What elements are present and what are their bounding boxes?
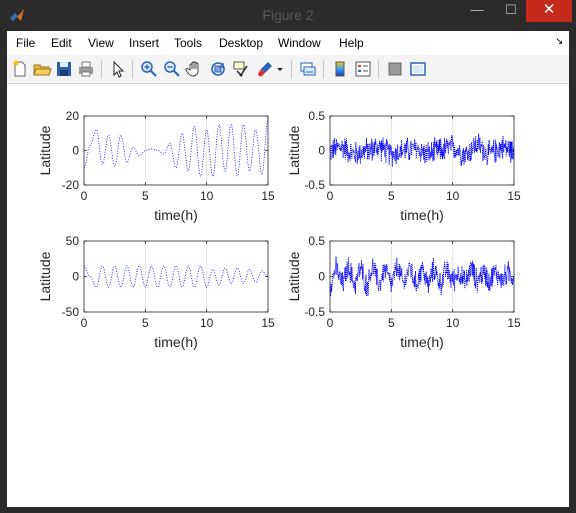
x-tick-label: 0 bbox=[327, 189, 334, 203]
x-tick-label: 0 bbox=[81, 189, 88, 203]
y-tick-label: -0.5 bbox=[304, 305, 325, 319]
toolbar-separator bbox=[101, 60, 102, 78]
x-tick-label: 5 bbox=[142, 189, 149, 203]
dock-figure-icon[interactable]: ↘ bbox=[555, 36, 563, 47]
menu-edit[interactable]: Edit bbox=[51, 36, 72, 50]
subplot-bottom-right: 0 5 10 15-0.500.5time(h)Latitude bbox=[286, 234, 521, 350]
x-tick-label: 10 bbox=[200, 189, 214, 203]
x-tick-label: 10 bbox=[446, 189, 460, 203]
x-tick-label: 0 bbox=[327, 316, 334, 330]
y-tick-label: 0 bbox=[72, 270, 79, 284]
x-tick-label: 0 bbox=[81, 316, 88, 330]
subplots-canvas: 0 5 10 15-20020time(h)Latitude0 5 10 15-0.500.… bbox=[37, 109, 521, 350]
y-tick-label: 0 bbox=[72, 144, 79, 158]
axes-background bbox=[330, 116, 514, 185]
toolbar-separator bbox=[378, 60, 379, 78]
y-tick-label: -20 bbox=[62, 178, 80, 192]
x-tick-label: 15 bbox=[507, 316, 521, 330]
close-button[interactable]: ✕ bbox=[526, 0, 572, 22]
brush-icon[interactable] bbox=[255, 59, 275, 79]
x-tick-label: 5 bbox=[388, 316, 395, 330]
y-tick-label: 20 bbox=[66, 109, 80, 123]
menu-bar: File Edit View Insert Tools Desktop Wind… bbox=[7, 31, 569, 55]
subplot-top-right: 0 5 10 15-0.500.5time(h)Latitude bbox=[286, 109, 521, 223]
menu-help[interactable]: Help bbox=[339, 36, 364, 50]
toolbar-separator bbox=[323, 60, 324, 78]
x-tick-label: 10 bbox=[200, 316, 214, 330]
menu-window[interactable]: Window bbox=[278, 36, 321, 50]
figure-window: Figure 2 — ☐ ✕ File Edit View Insert Too… bbox=[0, 0, 576, 513]
x-tick-label: 5 bbox=[388, 189, 395, 203]
hide-plot-tools-icon[interactable] bbox=[385, 59, 405, 79]
dropdown-arrow-icon[interactable] bbox=[275, 59, 285, 79]
save-icon[interactable] bbox=[54, 59, 74, 79]
y-axis-label: Latitude bbox=[286, 251, 302, 301]
pointer-icon[interactable] bbox=[108, 59, 128, 79]
open-file-icon[interactable] bbox=[32, 59, 52, 79]
rotate-3d-icon[interactable] bbox=[208, 59, 228, 79]
y-axis-label: Latitude bbox=[37, 251, 53, 301]
subplot-top-left: 0 5 10 15-20020time(h)Latitude bbox=[37, 109, 275, 223]
y-tick-label: 0 bbox=[318, 144, 325, 158]
x-tick-label: 10 bbox=[446, 316, 460, 330]
zoom-out-icon[interactable] bbox=[162, 59, 182, 79]
new-figure-icon[interactable] bbox=[10, 59, 30, 79]
y-tick-label: 0.5 bbox=[308, 234, 325, 248]
x-axis-label: time(h) bbox=[400, 334, 444, 350]
link-plot-icon[interactable] bbox=[298, 59, 318, 79]
toolbar-separator bbox=[291, 60, 292, 78]
show-plot-tools-icon[interactable] bbox=[408, 59, 428, 79]
x-tick-label: 15 bbox=[261, 189, 275, 203]
print-icon[interactable] bbox=[76, 59, 96, 79]
pan-icon[interactable] bbox=[185, 59, 205, 79]
menu-view[interactable]: View bbox=[88, 36, 114, 50]
x-axis-label: time(h) bbox=[154, 334, 198, 350]
x-tick-label: 5 bbox=[142, 316, 149, 330]
y-tick-label: 0 bbox=[318, 270, 325, 284]
legend-icon[interactable] bbox=[353, 59, 373, 79]
colorbar-icon[interactable] bbox=[330, 59, 350, 79]
y-tick-label: -50 bbox=[62, 305, 80, 319]
title-bar[interactable]: Figure 2 — ☐ ✕ bbox=[0, 0, 576, 30]
menu-tools[interactable]: Tools bbox=[174, 36, 202, 50]
zoom-in-icon[interactable] bbox=[139, 59, 159, 79]
y-tick-label: 0.5 bbox=[308, 109, 325, 123]
data-cursor-icon[interactable] bbox=[231, 59, 251, 79]
x-tick-label: 15 bbox=[261, 316, 275, 330]
y-tick-label: -0.5 bbox=[304, 178, 325, 192]
menu-desktop[interactable]: Desktop bbox=[219, 36, 263, 50]
x-axis-label: time(h) bbox=[154, 207, 198, 223]
minimize-button[interactable]: — bbox=[462, 0, 492, 22]
y-axis-label: Latitude bbox=[286, 125, 302, 175]
maximize-button[interactable]: ☐ bbox=[496, 0, 526, 22]
x-axis-label: time(h) bbox=[400, 207, 444, 223]
figure-canvas[interactable]: 0 5 10 15 -20 0 20 time(h) Latitude 0 5 10 15 -0.5 0 0.… bbox=[7, 84, 569, 507]
figure-client: File Edit View Insert Tools Desktop Wind… bbox=[7, 31, 569, 507]
y-axis-label: Latitude bbox=[37, 125, 53, 175]
figure-toolbar bbox=[7, 55, 569, 84]
menu-insert[interactable]: Insert bbox=[129, 36, 159, 50]
toolbar-separator bbox=[132, 60, 133, 78]
menu-file[interactable]: File bbox=[16, 36, 35, 50]
x-tick-label: 15 bbox=[507, 189, 521, 203]
y-tick-label: 50 bbox=[66, 234, 80, 248]
subplot-bottom-left: 0 5 10 15-50050time(h)Latitude bbox=[37, 234, 275, 350]
